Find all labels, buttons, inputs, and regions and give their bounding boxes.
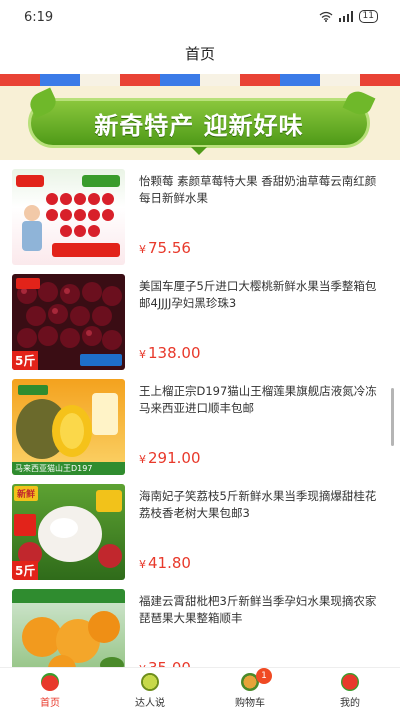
product-badge: 新鲜 [14,486,39,501]
battery-icon: 11 [358,10,378,23]
title-bar: 首页 [0,34,400,74]
status-time: 6:19 [24,10,54,25]
product-image-loquat[interactable] [12,589,125,667]
currency-symbol: ¥ [139,348,146,361]
price-value: 41.80 [148,554,191,572]
product-title[interactable]: 怡颗莓 素颜草莓特大果 香甜奶油草莓云南红颜每日新鲜水果 [139,173,379,207]
price-value: 75.56 [148,239,191,257]
product-price: ¥75.56 [139,239,191,257]
product-title[interactable]: 王上榴正宗D197猫山王榴莲果旗舰店液氮冷冻马来西亚进口顺丰包邮 [139,383,379,417]
scrollbar[interactable] [391,388,394,446]
cart-count-badge: 1 [256,668,272,684]
tab-home[interactable]: 首页 [0,668,100,711]
product-tag: 5斤 [12,561,39,580]
product-title[interactable]: 美国车厘子5斤进口大樱桃新鲜水果当季整箱包邮4JJJJ孕妇黑珍珠3 [139,278,379,312]
tab-label: 我的 [340,698,360,709]
product-item[interactable]: 怡颗莓 素颜草莓特大果 香甜奶油草莓云南红颜每日新鲜水果 ¥75.56 [0,165,400,270]
tab-label: 首页 [40,698,60,709]
price-value: 138.00 [148,344,201,362]
product-price: ¥41.80 [139,554,191,572]
wifi-icon [319,11,332,22]
status-bar: 6:19 11 [0,0,400,34]
banner-notch [191,147,207,155]
promo-banner[interactable]: 新奇特产 迎新好味 [0,74,400,160]
melon-icon [141,673,159,691]
signal-icon [338,11,353,22]
currency-symbol: ¥ [139,243,146,256]
currency-symbol: ¥ [139,558,146,571]
currency-symbol: ¥ [139,453,146,466]
status-icons: 11 [319,10,378,23]
tab-cart[interactable]: 1 购物车 [200,668,300,711]
product-title[interactable]: 海南妃子笑荔枝5斤新鲜水果当季现摘爆甜桂花荔枝香老树大果包邮3 [139,488,379,522]
product-price: ¥138.00 [139,344,201,362]
tab-label: 购物车 [235,698,265,709]
product-item[interactable]: 福建云霄甜枇杷3斤新鲜当季孕妇水果现摘农家琵琶果大果整箱顺丰 ¥35.00 [0,585,400,667]
bottom-tab-bar: 首页 达人说 1 购物车 我的 [0,667,400,711]
product-price: ¥35.00 [139,659,191,667]
product-tag: 马来西亚猫山王D197 [12,462,125,475]
banner-text: 新奇特产 迎新好味 [94,112,304,140]
product-image-lychee[interactable]: 新鲜 5斤 [12,484,125,580]
product-title[interactable]: 福建云霄甜枇杷3斤新鲜当季孕妇水果现摘农家琵琶果大果整箱顺丰 [139,593,379,627]
strawberry-icon [41,673,59,691]
price-value: 35.00 [148,659,191,667]
price-value: 291.00 [148,449,201,467]
product-price: ¥291.00 [139,449,201,467]
berry-icon [341,673,359,691]
product-image-strawberry[interactable] [12,169,125,265]
product-item[interactable]: 马来西亚猫山王D197 王上榴正宗D197猫山王榴莲果旗舰店液氮冷冻马来西亚进口… [0,375,400,480]
product-image-durian[interactable]: 马来西亚猫山王D197 [12,379,125,475]
product-list[interactable]: 怡颗莓 素颜草莓特大果 香甜奶油草莓云南红颜每日新鲜水果 ¥75.56 5斤 美… [0,165,400,667]
tab-mine[interactable]: 我的 [300,668,400,711]
tab-talent[interactable]: 达人说 [100,668,200,711]
tab-label: 达人说 [135,698,165,709]
product-image-cherry[interactable]: 5斤 [12,274,125,370]
product-item[interactable]: 5斤 美国车厘子5斤进口大樱桃新鲜水果当季整箱包邮4JJJJ孕妇黑珍珠3 ¥13… [0,270,400,375]
product-tag: 5斤 [12,351,39,370]
product-item[interactable]: 新鲜 5斤 海南妃子笑荔枝5斤新鲜水果当季现摘爆甜桂花荔枝香老树大果包邮3 ¥4… [0,480,400,585]
banner-stripe [0,74,400,86]
page-title: 首页 [184,45,215,63]
